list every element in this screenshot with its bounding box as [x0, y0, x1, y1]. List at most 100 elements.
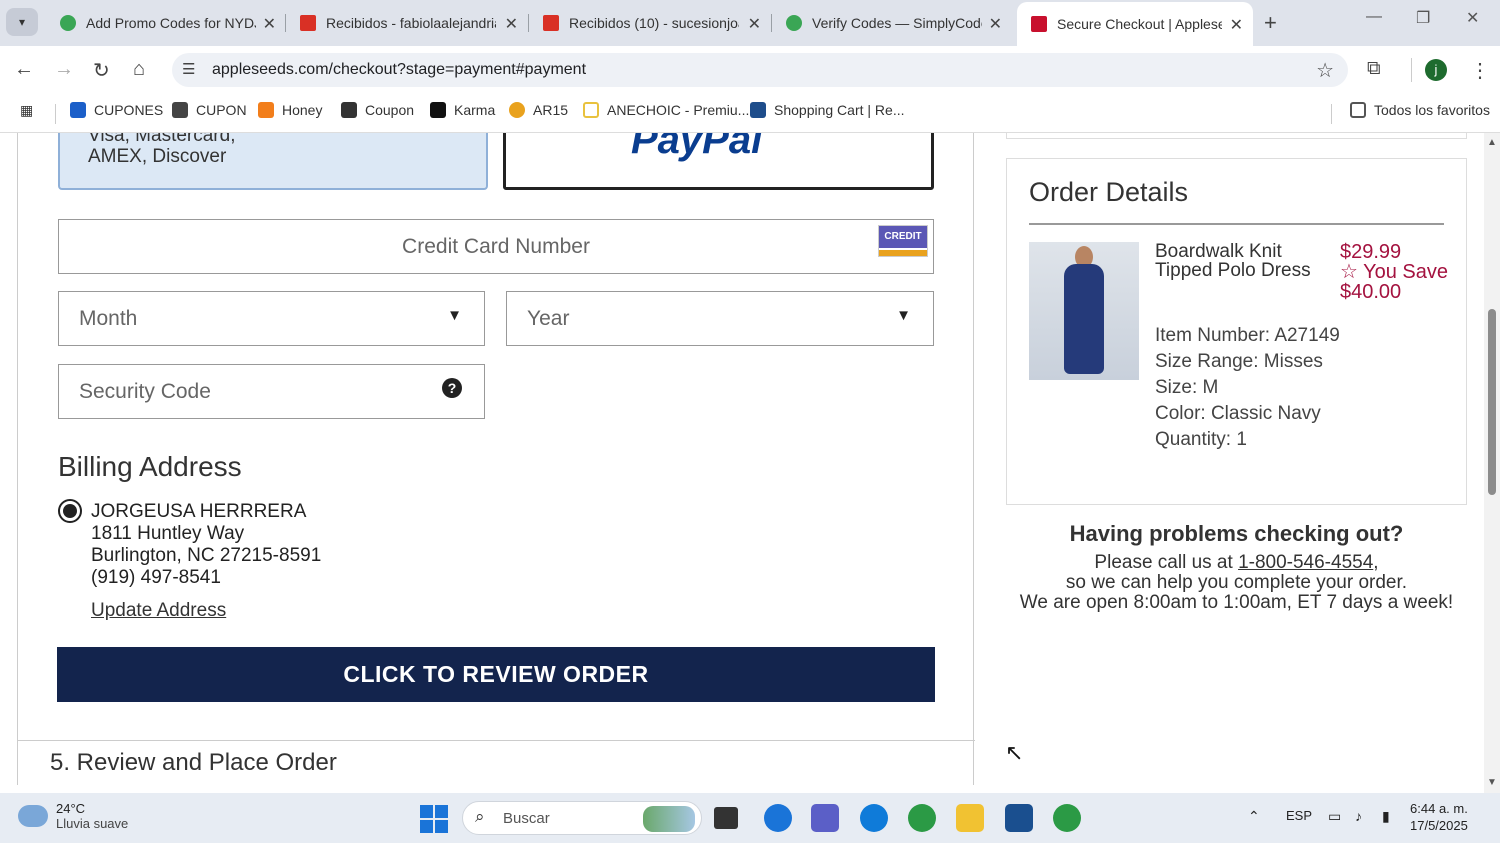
product-name[interactable]: Boardwalk Knit Tipped Polo Dress: [1155, 242, 1325, 280]
card-payment-option[interactable]: Visa, Mastercard, AMEX, Discover: [58, 133, 488, 190]
step5-heading[interactable]: 5. Review and Place Order: [50, 749, 337, 777]
file-explorer-icon[interactable]: [956, 804, 984, 832]
call-suffix: ,: [1373, 552, 1379, 573]
tab-title: Verify Codes — SimplyCode: [812, 15, 982, 31]
billing-phone: (919) 497-8541: [91, 567, 221, 588]
help-line2: so we can help you complete your order.: [1065, 572, 1408, 593]
new-tab-icon[interactable]: +: [1264, 10, 1277, 36]
site-info-icon[interactable]: ☰: [182, 60, 195, 78]
address-bar[interactable]: ☰ appleseeds.com/checkout?stage=payment#…: [172, 53, 1348, 87]
help-app-icon[interactable]: [764, 804, 792, 832]
simplycodes-favicon-icon: [60, 15, 76, 31]
menu-icon[interactable]: ⋮: [1470, 58, 1490, 83]
all-bookmarks[interactable]: Todos los favoritos: [1350, 102, 1490, 118]
restore-icon[interactable]: ❐: [1416, 8, 1430, 28]
tab-title: Secure Checkout | Appleseeds: [1057, 16, 1222, 32]
scrollbar[interactable]: ▲ ▼: [1484, 133, 1500, 793]
date: 17/5/2025: [1410, 818, 1468, 833]
month-select[interactable]: Month ▼: [58, 291, 485, 346]
help-icon[interactable]: ?: [442, 378, 462, 398]
year-select[interactable]: Year ▼: [506, 291, 934, 346]
card-number-field[interactable]: Credit Card Number CREDIT: [58, 219, 934, 274]
tab-4[interactable]: Verify Codes — SimplyCode ✕: [772, 6, 1012, 40]
bookmark-honey[interactable]: Honey: [258, 102, 322, 118]
edge-icon[interactable]: [860, 804, 888, 832]
bookmark-cupon[interactable]: CUPON: [172, 102, 247, 118]
close-icon[interactable]: ✕: [748, 14, 761, 34]
item-number: Item Number: A27149: [1155, 325, 1340, 346]
address-radio[interactable]: [58, 499, 82, 523]
security-code-placeholder: Security Code: [79, 380, 211, 403]
home-icon[interactable]: ⌂: [133, 58, 145, 81]
taskbar: 24°C Lluvia suave ⌕ Buscar ⌃ ESP ▭ ♪ ▮ 6…: [0, 793, 1500, 843]
remote-desktop-icon[interactable]: [1005, 804, 1033, 832]
scroll-up-icon[interactable]: ▲: [1487, 137, 1497, 148]
close-icon[interactable]: ✕: [263, 14, 276, 34]
browser-chrome: ▾ Add Promo Codes for NYDJ ✕ Recibidos -…: [0, 0, 1500, 133]
taskbar-search[interactable]: ⌕ Buscar: [462, 801, 702, 835]
bookmarks-bar: ▦ CUPONES CUPON Honey Coupon Karma AR15 …: [0, 94, 1500, 133]
volume-icon[interactable]: ♪: [1355, 808, 1362, 824]
task-view-icon[interactable]: [714, 807, 738, 829]
reload-icon[interactable]: ↻: [93, 58, 110, 83]
url-text[interactable]: appleseeds.com/checkout?stage=payment#pa…: [212, 61, 586, 79]
chrome-profile-icon[interactable]: [1053, 804, 1081, 832]
help-section: Having problems checking out? Please cal…: [1006, 521, 1467, 613]
tab-1[interactable]: Add Promo Codes for NYDJ ✕: [46, 6, 286, 40]
windows-start-icon[interactable]: [420, 805, 448, 833]
display-icon[interactable]: ▭: [1328, 808, 1341, 825]
search-highlight-image: [643, 806, 695, 832]
clock[interactable]: 6:44 a. m. 17/5/2025: [1410, 800, 1468, 834]
bookmark-cupones[interactable]: CUPONES: [70, 102, 163, 118]
teams-icon[interactable]: [811, 804, 839, 832]
language-indicator[interactable]: ESP: [1286, 808, 1312, 823]
help-heading: Having problems checking out?: [1069, 521, 1404, 546]
bookmark-shopping-cart[interactable]: Shopping Cart | Re...: [750, 102, 904, 118]
bookmark-star-icon[interactable]: ☆: [1316, 58, 1334, 83]
chrome-icon[interactable]: [908, 804, 936, 832]
extensions-icon[interactable]: ⧉: [1367, 58, 1381, 80]
payment-section: Visa, Mastercard, AMEX, Discover PayPal …: [17, 133, 975, 785]
back-icon[interactable]: ←: [14, 58, 34, 81]
weather-widget[interactable]: 24°C Lluvia suave: [18, 801, 128, 831]
window-close-icon[interactable]: ✕: [1466, 8, 1479, 28]
bookmark-anechoic[interactable]: ANECHOIC - Premiu...: [583, 102, 749, 118]
profile-avatar[interactable]: j: [1425, 59, 1447, 81]
caret-down-icon: ▼: [447, 307, 462, 324]
forward-icon[interactable]: →: [54, 58, 74, 81]
security-code-field[interactable]: Security Code ?: [58, 364, 485, 419]
review-order-button[interactable]: CLICK TO REVIEW ORDER: [57, 647, 935, 702]
bookmark-ar15[interactable]: AR15: [509, 102, 568, 118]
bookmark-karma[interactable]: Karma: [430, 102, 495, 118]
bookmark-label: AR15: [533, 102, 569, 118]
bookmark-label: Karma: [454, 102, 496, 118]
tab-active[interactable]: Secure Checkout | Appleseeds ✕: [1017, 2, 1253, 46]
close-icon[interactable]: ✕: [989, 14, 1002, 34]
card-number-placeholder: Credit Card Number: [402, 235, 590, 258]
bookmark-coupon[interactable]: Coupon: [341, 102, 414, 118]
gmail-icon: [543, 15, 559, 31]
order-details-heading: Order Details: [1029, 177, 1189, 207]
billing-heading: Billing Address: [58, 451, 242, 482]
battery-icon[interactable]: ▮: [1382, 808, 1390, 825]
tab-3[interactable]: Recibidos (10) - sucesionjoa ✕: [529, 6, 771, 40]
size: Size: M: [1155, 377, 1219, 398]
tab-2[interactable]: Recibidos - fabiolaalejandria ✕: [286, 6, 528, 40]
product-image[interactable]: [1029, 242, 1139, 380]
phone-link[interactable]: 1-800-546-4554: [1238, 552, 1373, 573]
scrollbar-thumb[interactable]: [1488, 309, 1496, 495]
show-hidden-icons-icon[interactable]: ⌃: [1248, 808, 1260, 825]
close-icon[interactable]: ✕: [1230, 15, 1243, 35]
price-block: $29.99 ☆ You Save $40.00: [1340, 242, 1450, 302]
paypal-payment-option[interactable]: PayPal: [503, 133, 934, 190]
tab-search-button[interactable]: ▾: [6, 8, 38, 36]
bookmark-icon: [70, 102, 86, 118]
minimize-icon[interactable]: —: [1366, 8, 1382, 26]
billing-address: JORGEUSA HERRRERA 1811 Huntley Way Burli…: [91, 501, 321, 589]
mouse-cursor-icon: ↖: [1005, 740, 1024, 765]
bookmark-label: Shopping Cart | Re...: [774, 102, 905, 118]
scroll-down-icon[interactable]: ▼: [1487, 777, 1497, 788]
update-address-link[interactable]: Update Address: [91, 600, 226, 622]
close-icon[interactable]: ✕: [505, 14, 518, 34]
apps-icon[interactable]: ▦: [20, 102, 33, 119]
